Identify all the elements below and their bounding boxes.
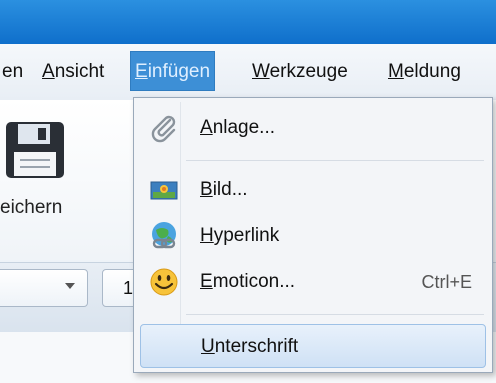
chevron-down-icon[interactable]: [65, 283, 75, 289]
paperclip-icon: [151, 115, 176, 143]
menu-shortcut: Ctrl+E: [421, 272, 472, 292]
menu-item-anlage[interactable]: Anlage...: [140, 106, 486, 150]
smiley-icon: [150, 268, 178, 296]
menu-item-ansicht[interactable]: Ansicht: [38, 52, 108, 92]
menu-item-unterschrift[interactable]: Unterschrift: [140, 324, 486, 368]
menu-item-emoticon[interactable]: Emoticon... Ctrl+E: [140, 260, 486, 304]
menu-bar: en Ansicht Einfügen Werkzeuge Meldung: [0, 44, 496, 100]
window-titlebar: [0, 0, 496, 44]
save-button-label[interactable]: eichern: [0, 197, 62, 219]
menu-item-einfuegen[interactable]: Einfügen: [130, 51, 216, 91]
menu-separator: [186, 160, 484, 161]
menu-item-meldung[interactable]: Meldung: [384, 52, 465, 92]
picture-icon: [150, 181, 178, 200]
menu-item-werkzeuge[interactable]: Werkzeuge: [248, 52, 352, 92]
save-icon[interactable]: [4, 120, 66, 180]
insert-menu-dropdown: Anlage... Bild... Hyperlink Emoticon...: [133, 97, 493, 373]
menu-item-bearbeiten[interactable]: en: [0, 52, 27, 92]
menu-item-hyperlink[interactable]: Hyperlink: [140, 214, 486, 258]
menu-separator: [186, 314, 484, 315]
globe-link-icon: [152, 222, 176, 249]
menu-item-bild[interactable]: Bild...: [140, 168, 486, 212]
font-combobox[interactable]: [0, 269, 88, 307]
